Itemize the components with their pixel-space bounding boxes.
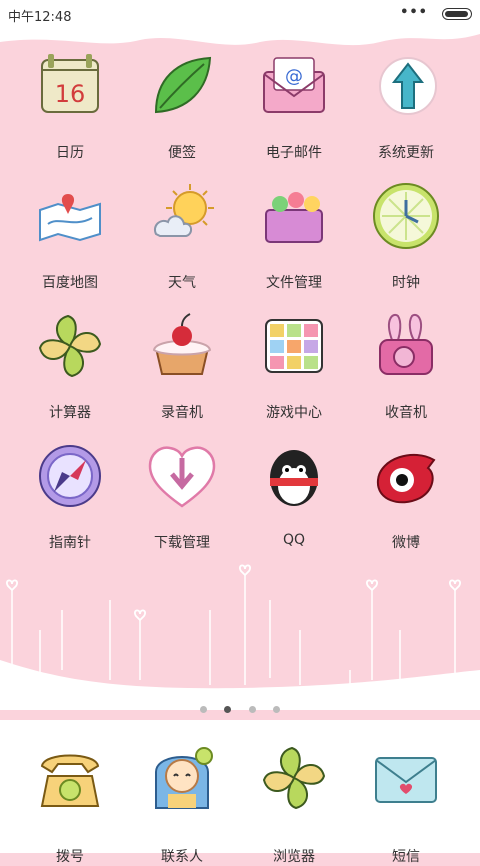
app-email[interactable]: @ 电子邮件: [238, 50, 350, 170]
app-label: 收音机: [385, 405, 427, 421]
app-label: 百度地图: [42, 275, 98, 291]
app-game-center[interactable]: 游戏中心: [238, 310, 350, 430]
battery-icon: [442, 8, 472, 20]
app-label: 系统更新: [378, 145, 434, 161]
weather-sun-cloud-icon: [154, 184, 214, 237]
app-label: 微博: [392, 535, 420, 551]
dock-app-sms[interactable]: 短信: [350, 742, 462, 865]
recorder-cake-icon: [152, 313, 212, 375]
app-qq[interactable]: QQ: [238, 440, 350, 560]
app-system-update[interactable]: 系统更新: [350, 50, 462, 170]
app-calculator[interactable]: 计算器: [14, 310, 126, 430]
app-label: 浏览器: [273, 849, 315, 865]
app-label: 短信: [392, 849, 420, 865]
update-arrow-icon: [379, 57, 437, 115]
app-label: 电子邮件: [266, 145, 322, 161]
download-heart-icon: [148, 446, 216, 508]
app-label: 时钟: [392, 275, 420, 291]
calculator-swirl-icon: [38, 314, 102, 378]
hearts-meadow-decoration: [0, 564, 480, 710]
app-label: 录音机: [161, 405, 203, 421]
dock-app-browser[interactable]: 浏览器: [238, 742, 350, 865]
svg-text:@: @: [285, 66, 303, 87]
app-label: 联系人: [161, 849, 203, 865]
calendar-icon: 16: [41, 54, 99, 113]
app-label: 日历: [56, 145, 84, 161]
telephone-icon: [40, 754, 100, 807]
app-baidu-map[interactable]: 百度地图: [14, 180, 126, 300]
app-calendar[interactable]: 16 日历: [14, 50, 126, 170]
app-label: 指南针: [49, 535, 91, 551]
app-label: 游戏中心: [266, 405, 322, 421]
page-dot[interactable]: [248, 706, 256, 713]
svg-text:16: 16: [55, 80, 86, 108]
app-clock[interactable]: 时钟: [350, 180, 462, 300]
app-label: 拨号: [56, 849, 84, 865]
app-label: 下载管理: [154, 535, 210, 551]
contacts-girl-icon: [155, 747, 213, 809]
page-dot[interactable]: [200, 706, 208, 713]
dock: 拨号 联系人 浏览器 短信: [0, 720, 480, 865]
qq-penguin-icon: [270, 450, 318, 506]
status-time: 中午12:48: [8, 10, 72, 25]
dock-app-dialer[interactable]: 拨号: [14, 742, 126, 865]
leaf-note-icon: [154, 56, 212, 114]
map-icon: [39, 194, 101, 242]
rubik-cube-icon: [265, 319, 323, 373]
page-dot-active[interactable]: [224, 706, 232, 713]
app-download-manager[interactable]: 下载管理: [126, 440, 238, 560]
file-box-icon: [265, 192, 323, 243]
page-indicator: [0, 698, 480, 713]
weibo-eye-icon: [376, 453, 436, 504]
app-notes[interactable]: 便签: [126, 50, 238, 170]
app-label: QQ: [282, 532, 306, 548]
app-file-manager[interactable]: 文件管理: [238, 180, 350, 300]
email-envelope-icon: @: [263, 57, 325, 113]
app-compass[interactable]: 指南针: [14, 440, 126, 560]
browser-swirl-icon: [262, 746, 326, 810]
more-dots-icon: •••: [400, 5, 428, 20]
page-dot[interactable]: [272, 706, 280, 713]
app-weibo[interactable]: 微博: [350, 440, 462, 560]
clock-lemon-icon: [373, 183, 439, 249]
compass-icon: [39, 445, 101, 507]
radio-bunny-icon: [379, 313, 433, 375]
app-weather[interactable]: 天气: [126, 180, 238, 300]
app-recorder[interactable]: 录音机: [126, 310, 238, 430]
app-radio[interactable]: 收音机: [350, 310, 462, 430]
app-label: 天气: [168, 275, 196, 291]
app-label: 便签: [168, 145, 196, 161]
app-label: 计算器: [49, 405, 91, 421]
app-label: 文件管理: [266, 275, 322, 291]
dock-app-contacts[interactable]: 联系人: [126, 742, 238, 865]
sms-envelope-icon: [375, 757, 437, 803]
